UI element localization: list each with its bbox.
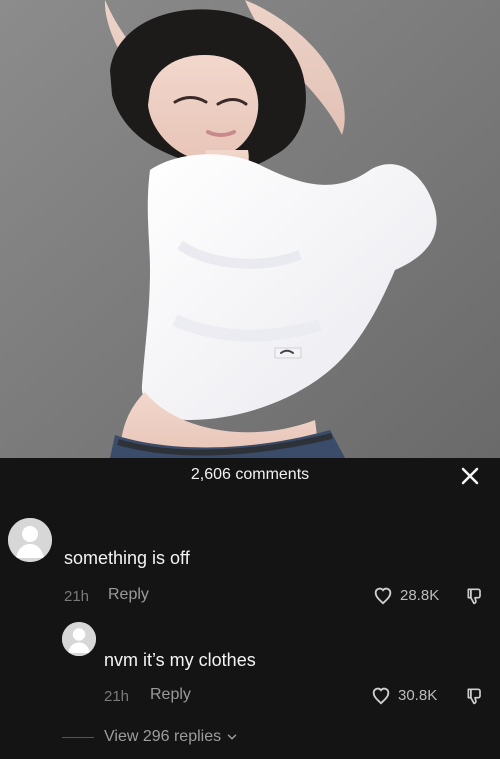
thumbs-down-icon <box>467 588 481 605</box>
chevron-down-icon <box>227 734 237 740</box>
post-photo <box>0 0 500 458</box>
close-icon <box>461 467 479 485</box>
comment-count: 2,606 comments <box>190 466 310 483</box>
heart-outline-icon <box>374 587 392 605</box>
reply-comment-item: nvm it’s my clothes 21h Reply 30.8K <box>0 618 500 718</box>
view-replies-button[interactable]: View 296 replies <box>62 728 239 746</box>
like-button[interactable]: 30.8K <box>370 684 437 706</box>
default-avatar-icon <box>62 622 96 656</box>
comment-time: 21h <box>64 588 90 605</box>
view-replies-label: View 296 replies <box>104 728 222 745</box>
comment-text: nvm it’s my clothes <box>104 650 256 670</box>
like-count: 28.8K <box>400 586 440 604</box>
avatar[interactable] <box>62 622 96 656</box>
comments-panel: 2,606 comments something is off 21h Repl… <box>0 458 500 759</box>
thumbs-down-icon <box>467 688 481 705</box>
dislike-button[interactable] <box>465 586 485 606</box>
view-replies-divider <box>62 736 94 738</box>
post-screen: 2,606 comments something is off 21h Repl… <box>0 0 500 759</box>
reply-button[interactable]: Reply <box>150 686 191 704</box>
comment-text: something is off <box>64 548 190 568</box>
comment-time: 21h <box>104 688 130 705</box>
comments-header: 2,606 comments <box>0 458 500 494</box>
heart-outline-icon <box>372 687 390 705</box>
like-button[interactable]: 28.8K <box>372 584 439 606</box>
default-avatar-icon <box>8 518 52 562</box>
like-count: 30.8K <box>398 686 438 704</box>
comment-item: something is off 21h Reply 28.8K <box>0 510 500 605</box>
dislike-button[interactable] <box>465 686 485 706</box>
reply-button[interactable]: Reply <box>108 586 149 604</box>
avatar[interactable] <box>8 518 52 562</box>
photo-illustration <box>0 0 500 458</box>
close-button[interactable] <box>458 464 482 488</box>
